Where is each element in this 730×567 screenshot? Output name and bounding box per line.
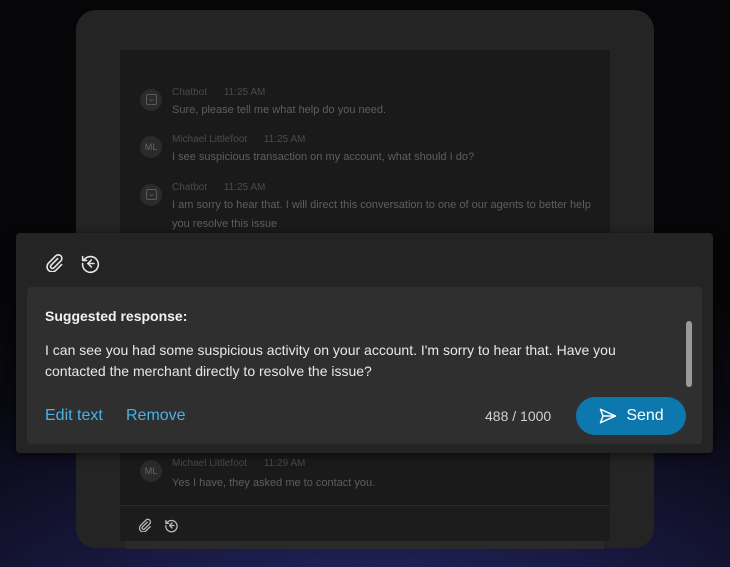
history-icon[interactable] xyxy=(164,518,179,538)
send-label: Send xyxy=(626,407,664,424)
message-time: 11:29 AM xyxy=(263,458,306,469)
suggestion-title: Suggested response: xyxy=(45,308,188,324)
message-time: 11:25 AM xyxy=(263,134,306,145)
send-button[interactable]: Send xyxy=(576,397,686,435)
message-text: Sure, please tell me what help do you ne… xyxy=(172,104,387,116)
message-sender: Michael Littlefoot xyxy=(172,134,248,145)
message-sender: Chatbot xyxy=(172,87,208,98)
background-composer-input xyxy=(126,541,604,549)
message-meta: Chatbot 11:25 AM xyxy=(172,182,265,193)
background-composer-toolbar xyxy=(120,505,610,541)
message-meta: Chatbot 11:25 AM xyxy=(172,87,265,98)
message-meta: Michael Littlefoot 11:25 AM xyxy=(172,134,305,145)
user-avatar: ML xyxy=(140,460,162,482)
user-avatar: ML xyxy=(140,136,162,158)
message-meta: Michael Littlefoot 11:29 AM xyxy=(172,458,305,469)
message-text: I see suspicious transaction on my accou… xyxy=(172,151,475,163)
message-sender: Michael Littlefoot xyxy=(172,458,248,469)
suggestion-text: I can see you had some suspicious activi… xyxy=(45,342,616,379)
bot-icon xyxy=(145,189,157,200)
remove-link[interactable]: Remove xyxy=(126,407,186,425)
chatbot-avatar xyxy=(140,89,162,111)
edit-text-link[interactable]: Edit text xyxy=(45,407,103,425)
message-time: 11:25 AM xyxy=(223,87,266,98)
suggestion-card: Suggested response: I can see you had so… xyxy=(27,287,702,444)
paperclip-icon[interactable] xyxy=(138,518,152,537)
suggested-response-panel: Suggested response: I can see you had so… xyxy=(16,233,713,453)
message-time: 11:25 AM xyxy=(223,182,266,193)
character-count: 488 / 1000 xyxy=(485,408,552,424)
history-icon[interactable] xyxy=(80,253,101,279)
bot-icon xyxy=(145,94,157,105)
message-sender: Chatbot xyxy=(172,182,208,193)
send-icon xyxy=(600,408,617,424)
scrollbar[interactable] xyxy=(686,321,692,387)
chatbot-avatar xyxy=(140,184,162,206)
message-text: Yes I have, they asked me to contact you… xyxy=(172,477,376,489)
paperclip-icon[interactable] xyxy=(45,253,64,277)
message-text: I am sorry to hear that. I will direct t… xyxy=(172,199,591,230)
